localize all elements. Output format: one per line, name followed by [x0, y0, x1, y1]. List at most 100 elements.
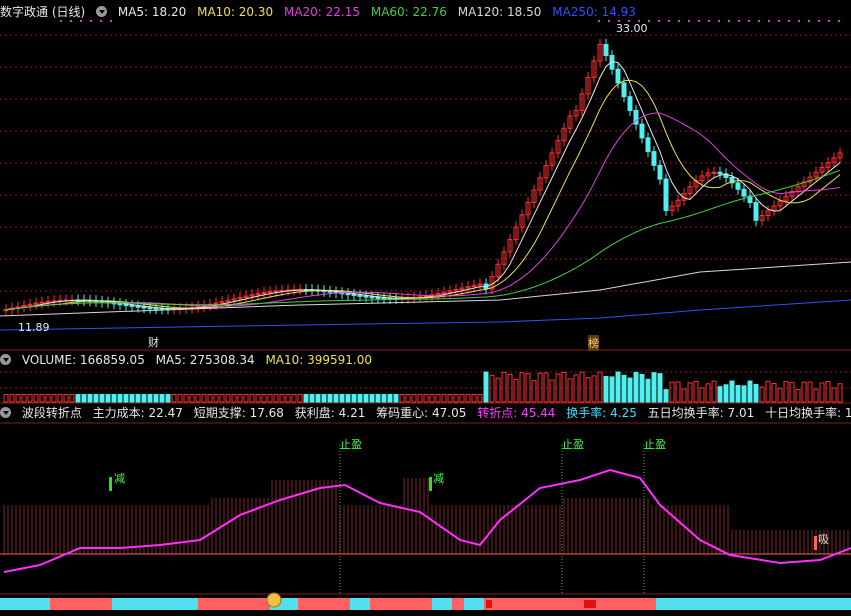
volume-bar	[219, 394, 225, 403]
top-dot-marker	[758, 20, 760, 22]
candle-body	[717, 171, 723, 175]
volume-bar	[813, 388, 819, 403]
event-marker-bang[interactable]: 榜	[588, 335, 599, 351]
volume-bar	[585, 377, 591, 403]
volume-bar	[699, 387, 705, 403]
candle-body	[381, 297, 387, 300]
volume-bar	[657, 373, 663, 403]
volume-bar	[801, 381, 807, 403]
top-dot-marker	[828, 20, 830, 22]
top-dot-marker	[678, 20, 680, 22]
candle-body	[627, 96, 633, 111]
volume-bar	[447, 394, 453, 403]
volume-bar	[177, 394, 183, 403]
volume-bar	[189, 394, 195, 403]
ma60-line	[5, 169, 841, 311]
candle-body	[657, 164, 663, 180]
volume-bar	[645, 378, 651, 403]
volume-bar	[57, 394, 63, 403]
candle-body	[135, 305, 141, 308]
volume-bar	[399, 394, 405, 403]
status-strip-segment	[370, 598, 432, 610]
volume-bar	[549, 379, 555, 403]
volume-bar	[453, 394, 459, 403]
volume-bar	[633, 371, 639, 403]
top-dot-marker	[838, 20, 840, 22]
volume-bar	[495, 377, 501, 403]
signal-bar-jian	[109, 477, 112, 491]
volume-bar	[627, 377, 633, 403]
candle-body	[51, 300, 57, 303]
volume-bar	[651, 372, 657, 403]
volume-bar	[99, 394, 105, 403]
volume-bar	[267, 394, 273, 403]
volume-bar	[711, 380, 717, 403]
volume-bar	[771, 383, 777, 403]
volume-bar	[363, 394, 369, 403]
candle-body	[741, 188, 747, 197]
volume-bar	[309, 394, 315, 403]
top-dot-marker	[80, 20, 82, 22]
signal-zhiying-3: 止盈	[644, 438, 666, 451]
top-dot-marker	[778, 20, 780, 22]
volume-bar	[87, 394, 93, 403]
volume-bar	[255, 394, 261, 403]
candle-body	[645, 137, 651, 153]
signal-bar-jian	[429, 477, 432, 491]
status-strip-mark	[486, 600, 492, 608]
top-dot-marker	[718, 20, 720, 22]
volume-bar	[339, 394, 345, 403]
volume-bar	[297, 394, 303, 403]
volume-bar	[411, 394, 417, 403]
top-dot-marker	[70, 20, 72, 22]
volume-bar	[153, 394, 159, 403]
volume-bar	[183, 394, 189, 403]
volume-bar	[423, 394, 429, 403]
volume-bar	[333, 394, 339, 403]
volume-bar	[357, 394, 363, 403]
candle-body	[267, 291, 273, 294]
candle-body	[639, 123, 645, 139]
volume-bar	[63, 394, 69, 403]
volume-bar	[387, 394, 393, 403]
top-dot-marker	[668, 20, 670, 22]
volume-bar	[765, 380, 771, 403]
volume-bar	[111, 394, 117, 403]
candle-body	[711, 171, 717, 174]
volume-bar	[513, 378, 519, 403]
top-dot-marker	[728, 20, 730, 22]
volume-bar	[705, 383, 711, 403]
signal-bar-xi	[814, 536, 817, 550]
volume-bar	[669, 381, 675, 403]
candle-body	[375, 297, 381, 300]
signal-xi: 吸	[818, 533, 829, 546]
volume-bar	[417, 394, 423, 403]
volume-bar	[693, 380, 699, 403]
top-dot-marker	[598, 20, 600, 22]
volume-bar	[39, 394, 45, 403]
volume-bar	[69, 394, 75, 403]
candle-body	[753, 202, 759, 221]
top-dot-marker	[748, 20, 750, 22]
volume-bar	[663, 389, 669, 403]
volume-bar	[351, 394, 357, 403]
volume-bar	[795, 389, 801, 403]
volume-bar	[33, 394, 39, 403]
candle-body	[735, 182, 741, 190]
volume-bar	[489, 374, 495, 403]
volume-bar	[747, 380, 753, 403]
volume-bar	[807, 381, 813, 403]
volume-bar	[597, 371, 603, 403]
high-price-label: 33.00	[616, 22, 648, 35]
volume-bar	[327, 394, 333, 403]
chart-canvas[interactable]	[0, 0, 851, 616]
volume-bar	[675, 381, 681, 403]
volume-bar	[3, 394, 9, 403]
top-dot-marker	[768, 20, 770, 22]
volume-bar	[123, 394, 129, 403]
volume-bar	[483, 371, 489, 403]
event-marker-cai[interactable]: 财	[148, 334, 159, 350]
status-strip-segment	[656, 598, 851, 610]
volume-bar	[315, 394, 321, 403]
candle-body	[141, 306, 147, 309]
